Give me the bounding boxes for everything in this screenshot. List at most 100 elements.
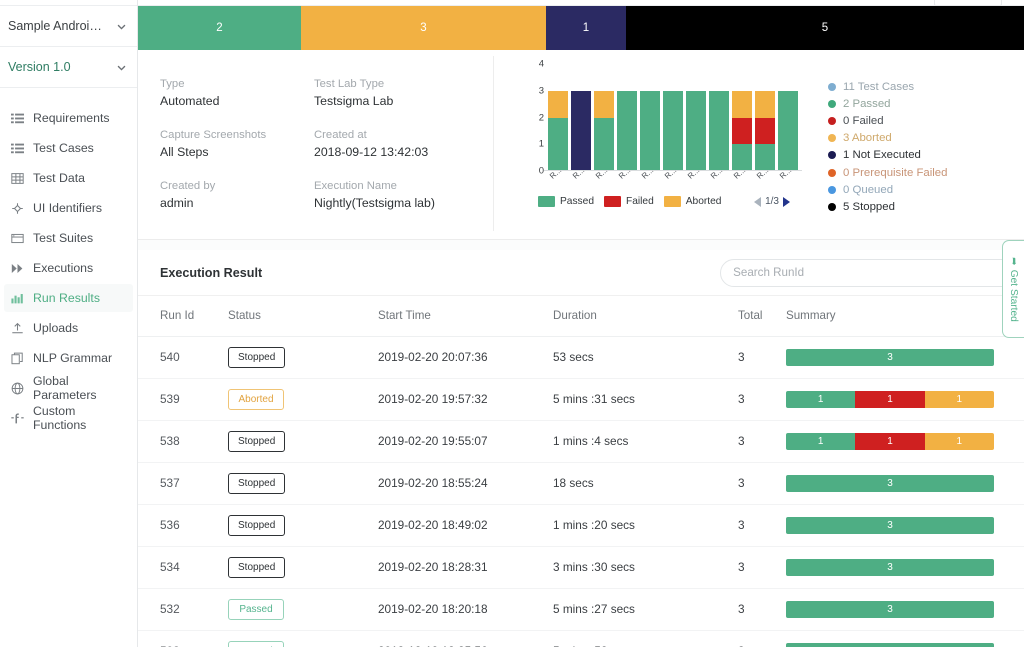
start-time-cell: 2019-02-20 20:07:36 (378, 336, 553, 378)
chart-bar[interactable] (778, 91, 798, 171)
ribbon-segment-1[interactable]: 3 (301, 6, 546, 50)
summary-legend-item: 2 Passed (828, 95, 1024, 112)
summary-bar: 111 (786, 391, 994, 408)
chart-x-labels: R...R...R...R...R...R...R...R...R...R...… (548, 174, 798, 183)
chart-bar[interactable] (617, 91, 637, 171)
chart-bar[interactable] (663, 91, 683, 171)
project-selector[interactable]: Sample AndroidNati... (0, 6, 137, 47)
summary-legend-dot (828, 117, 836, 125)
sidebar-item-test-data[interactable]: Test Data (0, 164, 137, 192)
details-column-left: TypeAutomatedCapture ScreenshotsAll Step… (160, 77, 314, 239)
sidebar-item-test-cases[interactable]: Test Cases (0, 134, 137, 162)
chart-bar[interactable] (640, 91, 660, 171)
detail-label: Execution Name (314, 179, 468, 194)
total-cell: 3 (738, 630, 786, 647)
chart-bar[interactable] (594, 91, 614, 171)
duration: 53 secs (553, 350, 594, 364)
chart-legend-label: Failed (626, 196, 654, 207)
duration-cell: 5 mins :27 secs (553, 588, 738, 630)
get-started-label: Get Started (1008, 269, 1019, 321)
summary-bar-value: 1 (957, 394, 963, 405)
table-row[interactable]: 536Stopped2019-02-20 18:49:021 mins :20 … (138, 504, 1024, 546)
copy-icon (11, 352, 24, 365)
summary-legend-item: 0 Queued (828, 181, 1024, 198)
run-id-cell: 537 (138, 462, 228, 504)
start-time-cell: 2019-02-20 19:57:32 (378, 378, 553, 420)
table-row[interactable]: 539Aborted2019-02-20 19:57:325 mins :31 … (138, 378, 1024, 420)
sidebar-item-global-parameters[interactable]: Global Parameters (0, 374, 137, 402)
summary-cell: 3 (786, 504, 1024, 546)
ribbon-segment-value: 2 (216, 22, 222, 34)
run-id-cell: 536 (138, 504, 228, 546)
ribbon-segment-3[interactable]: 5 (626, 6, 1024, 50)
detail-field: Created byadmin (160, 179, 314, 212)
table-row[interactable]: 540Stopped2019-02-20 20:07:3653 secs33 (138, 336, 1024, 378)
duration: 18 secs (553, 476, 594, 490)
sidebar-item-custom-functions[interactable]: Custom Functions (0, 404, 137, 432)
chart-bar-segment-passed (663, 91, 683, 171)
table-row[interactable]: 503Passed2018-12-19 18:25:565 mins :52 s… (138, 630, 1024, 647)
summary-legend-dot (828, 83, 836, 91)
sidebar-item-requirements[interactable]: Requirements (0, 104, 137, 132)
status-badge: Stopped (228, 515, 285, 536)
sidebar-item-test-suites[interactable]: Test Suites (0, 224, 137, 252)
triangle-right-icon[interactable] (783, 197, 790, 207)
ribbon-segment-0[interactable]: 2 (138, 6, 301, 50)
chart-bar[interactable] (548, 91, 568, 171)
start-time: 2019-02-20 18:49:02 (378, 518, 488, 532)
summary-bar-value: 1 (818, 436, 824, 447)
table-row[interactable]: 534Stopped2019-02-20 18:28:313 mins :30 … (138, 546, 1024, 588)
chart-plot: 01234 R...R...R...R...R...R...R...R...R.… (548, 64, 798, 171)
summary-cell: 3 (786, 336, 1024, 378)
table-row[interactable]: 532Passed2019-02-20 18:20:185 mins :27 s… (138, 588, 1024, 630)
column-header-summary: Summary (786, 296, 1024, 336)
sidebar-item-label: Uploads (33, 321, 78, 335)
summary-bar-segment: 3 (786, 559, 994, 576)
summary-legend-label: 11 Test Cases (843, 81, 914, 93)
start-time: 2019-02-20 19:55:07 (378, 434, 488, 448)
summary-bar-value: 3 (887, 520, 893, 531)
status-cell: Aborted (228, 378, 378, 420)
version-selector[interactable]: Version 1.0 (0, 47, 137, 88)
chart-bar[interactable] (732, 91, 752, 171)
chart-bar[interactable] (571, 91, 591, 171)
run-id: 537 (160, 476, 180, 490)
run-id: 540 (160, 350, 180, 364)
chart-bar[interactable] (686, 91, 706, 171)
sidebar-item-ui-identifiers[interactable]: UI Identifiers (0, 194, 137, 222)
triangle-left-icon[interactable] (754, 197, 761, 207)
total-cell: 3 (738, 588, 786, 630)
get-started-tab[interactable]: ➦ Get Started (1002, 240, 1024, 338)
top-right-control (934, 0, 1002, 6)
sidebar-nav: RequirementsTest CasesTest DataUI Identi… (0, 88, 137, 432)
run-id-cell: 538 (138, 420, 228, 462)
table-row[interactable]: 537Stopped2019-02-20 18:55:2418 secs33 (138, 462, 1024, 504)
sidebar-item-run-results[interactable]: Run Results (4, 284, 133, 312)
chart-y-tick: 0 (539, 166, 544, 177)
column-header-start-time: Start Time (378, 296, 553, 336)
chart-legend-item[interactable]: Passed (538, 196, 594, 207)
summary-bar: 3 (786, 517, 994, 534)
sidebar-item-executions[interactable]: Executions (0, 254, 137, 282)
detail-value: All Steps (160, 144, 314, 161)
total-cell: 3 (738, 420, 786, 462)
sidebar-item-label: Global Parameters (33, 374, 127, 402)
function-icon (11, 412, 24, 425)
chart-bars (548, 64, 798, 171)
chart-bar[interactable] (709, 91, 729, 171)
sidebar-item-uploads[interactable]: Uploads (0, 314, 137, 342)
ribbon-segment-2[interactable]: 1 (546, 6, 626, 50)
search-input[interactable] (720, 259, 1024, 287)
chart-bar[interactable] (755, 91, 775, 171)
table-row[interactable]: 538Stopped2019-02-20 19:55:071 mins :4 s… (138, 420, 1024, 462)
chart-legend-item[interactable]: Aborted (664, 196, 722, 207)
summary-bar-value: 1 (957, 436, 963, 447)
ribbon-segment-value: 1 (583, 22, 589, 34)
chart-legend-label: Aborted (686, 196, 722, 207)
start-time: 2019-02-20 20:07:36 (378, 350, 488, 364)
chart-legend-item[interactable]: Failed (604, 196, 654, 207)
summary-bar: 3 (786, 643, 994, 647)
column-header-total: Total (738, 296, 786, 336)
sidebar-item-nlp-grammar[interactable]: NLP Grammar (0, 344, 137, 372)
run-id-cell: 534 (138, 546, 228, 588)
